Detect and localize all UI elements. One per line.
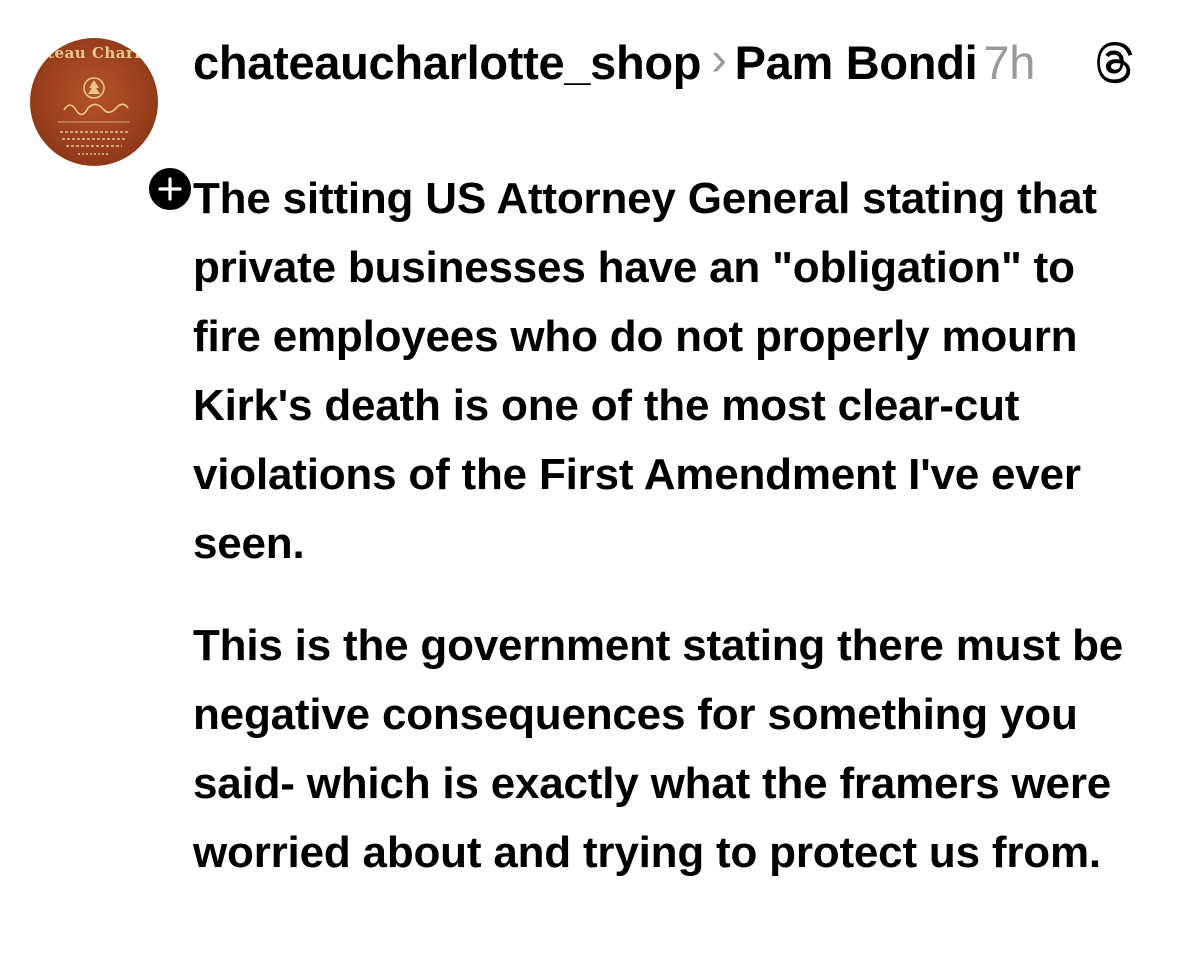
avatar[interactable]: ateau Charlo [30,38,158,166]
post-timestamp: 7h [983,36,1036,89]
author-username[interactable]: chateaucharlotte_shop [193,36,702,89]
threads-icon[interactable] [1093,40,1139,86]
plus-icon [158,177,182,201]
reply-to-name[interactable]: Pam Bondi [735,36,978,89]
brand-logo-icon [58,77,130,155]
post-paragraph: The sitting US Attorney General stating … [193,174,1097,568]
post-header: chateaucharlotte_shop › Pam Bondi 7h [193,28,1053,94]
post-paragraph: This is the government stating there mus… [193,621,1124,877]
reply-separator-icon: › [711,32,727,85]
post-body: The sitting US Attorney General stating … [193,164,1153,887]
threads-post: ateau Charlo chateaucharlotte_shop › Pam… [0,0,1179,975]
follow-button[interactable] [145,164,195,214]
avatar-container[interactable]: ateau Charlo [30,38,195,214]
